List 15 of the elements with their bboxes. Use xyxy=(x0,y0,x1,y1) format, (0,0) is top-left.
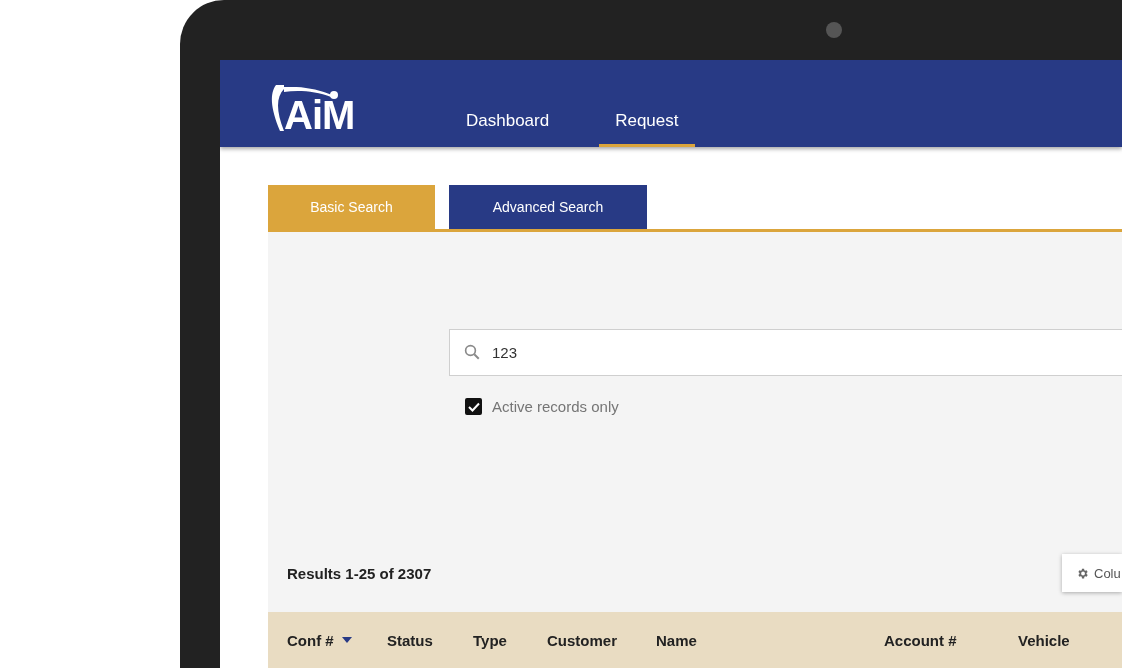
column-header[interactable]: Status xyxy=(387,631,433,649)
nav-tab[interactable]: Dashboard xyxy=(450,99,566,147)
checkbox-label: Active records only xyxy=(492,398,619,415)
column-header[interactable]: Vehicle xyxy=(1018,631,1070,649)
column-header[interactable]: Customer xyxy=(547,631,617,649)
logo-text: AiM xyxy=(284,99,355,131)
nav-tab[interactable]: Request xyxy=(599,99,695,147)
column-header[interactable]: Type xyxy=(473,631,507,649)
search-tab[interactable]: Advanced Search xyxy=(449,185,647,229)
column-header[interactable]: Conf # xyxy=(287,631,352,649)
column-header[interactable]: Account # xyxy=(884,631,957,649)
results-summary: Results 1-25 of 2307 xyxy=(287,564,432,582)
columns-button[interactable]: Colu xyxy=(1062,554,1122,592)
search-field[interactable]: 123 xyxy=(449,329,1122,376)
column-header[interactable]: Name xyxy=(656,631,697,649)
